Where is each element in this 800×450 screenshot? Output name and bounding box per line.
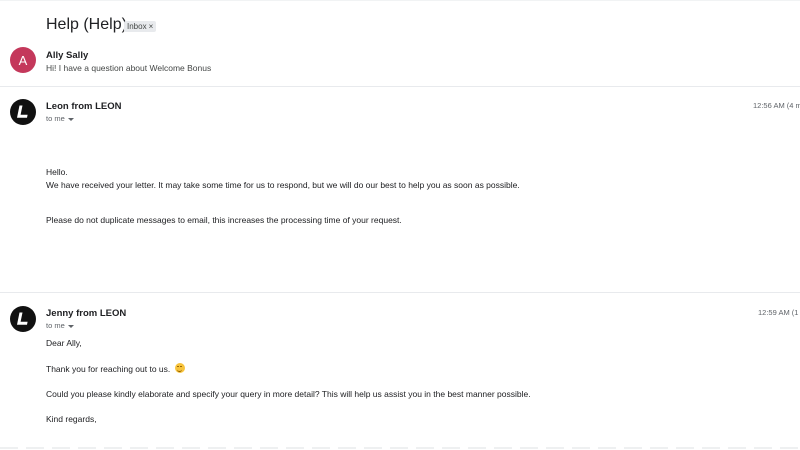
recipients-text: to me: [46, 321, 65, 330]
body-line-text: Thank you for reaching out to us.: [46, 364, 171, 374]
chevron-down-icon: [67, 324, 74, 328]
avatar[interactable]: A: [10, 47, 36, 73]
leon-logo-icon[interactable]: [10, 306, 36, 332]
top-border: [0, 0, 800, 1]
body-line: Kind regards,: [46, 414, 97, 424]
message-divider: [0, 86, 800, 87]
body-line: Hello.: [46, 167, 68, 177]
smiling-face-icon: [174, 363, 185, 373]
sender-name[interactable]: Leon from LEON: [46, 101, 121, 112]
inbox-label-chip[interactable]: Inbox ×: [124, 21, 157, 32]
inbox-label-text: Inbox: [127, 22, 147, 31]
remove-label-icon[interactable]: ×: [149, 22, 154, 31]
sender-name[interactable]: Jenny from LEON: [46, 308, 126, 319]
message-divider: [0, 292, 800, 293]
body-line: Could you please kindly elaborate and sp…: [46, 389, 531, 399]
leon-logo-icon[interactable]: [10, 99, 36, 125]
bottom-divider: [0, 447, 800, 449]
recipients-dropdown[interactable]: to me: [46, 114, 74, 123]
body-line: Dear Ally,: [46, 338, 82, 348]
recipients-text: to me: [46, 114, 65, 123]
body-line: We have received your letter. It may tak…: [46, 180, 520, 190]
chevron-down-icon: [67, 117, 74, 121]
sender-name[interactable]: Ally Sally: [46, 50, 88, 61]
body-line: Please do not duplicate messages to emai…: [46, 215, 402, 225]
message-timestamp: 12:59 AM (1 m: [758, 308, 800, 317]
avatar-letter: A: [18, 52, 28, 68]
thread-subject: Help (Help): [46, 16, 127, 33]
message-timestamp: 12:56 AM (4 m: [753, 101, 800, 110]
body-line: Thank you for reaching out to us.: [46, 363, 185, 374]
recipients-dropdown[interactable]: to me: [46, 321, 74, 330]
message-snippet[interactable]: Hi! I have a question about Welcome Bonu…: [46, 63, 211, 73]
